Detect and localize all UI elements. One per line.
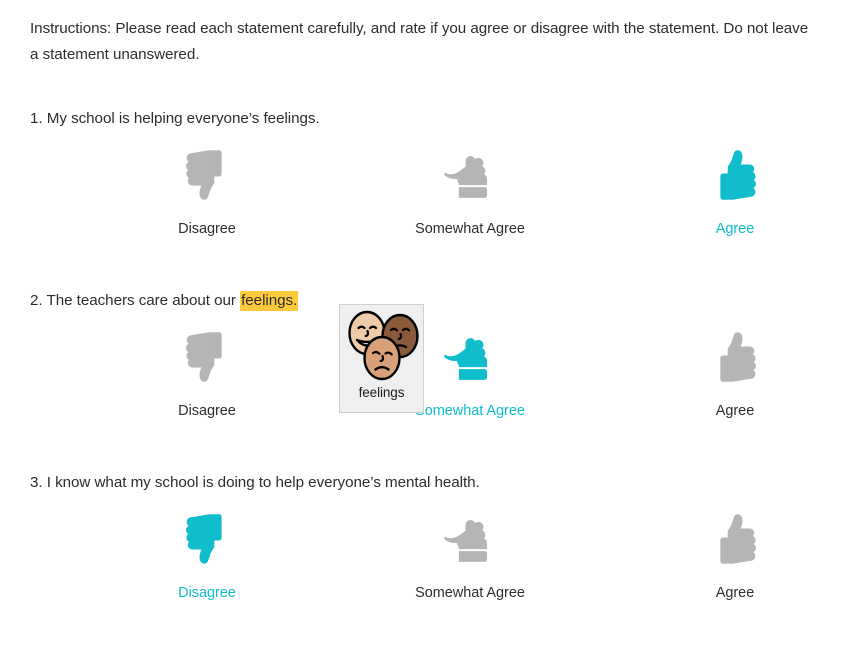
answer-option-label: Somewhat Agree: [415, 585, 525, 601]
answer-option-label: Disagree: [178, 585, 236, 601]
answer-options-row: Disagree Somewhat Agree Agree: [30, 508, 821, 618]
question-number: 1.: [30, 110, 43, 127]
thumbs-down-icon[interactable]: [174, 144, 240, 206]
answer-option-somewhat-agree[interactable]: Somewhat Agree: [385, 144, 555, 238]
thumbs-down-icon[interactable]: [174, 326, 240, 388]
question-statement: 1. My school is helping everyone’s feeli…: [30, 108, 821, 130]
question-text-before: I know what my school is doing to help e…: [46, 474, 480, 491]
fist-sideways-icon[interactable]: [437, 508, 503, 570]
answer-option-label: Disagree: [178, 403, 236, 419]
answer-option-agree[interactable]: Agree: [650, 144, 820, 238]
answer-option-label: Agree: [715, 221, 755, 237]
question-number: 3.: [30, 474, 43, 491]
question-number: 2.: [30, 292, 43, 309]
questions-container: 1. My school is helping everyone’s feeli…: [30, 108, 821, 618]
question-block: 2. The teachers care about our feelings.…: [30, 290, 821, 436]
answer-option-label: Somewhat Agree: [415, 403, 525, 419]
answer-option-label: Agree: [715, 403, 755, 419]
question-block: 1. My school is helping everyone’s feeli…: [30, 108, 821, 254]
survey-page: Instructions: Please read each statement…: [0, 0, 851, 654]
answer-option-disagree[interactable]: Disagree: [122, 508, 292, 602]
answer-option-somewhat-agree[interactable]: Somewhat Agree: [385, 508, 555, 602]
instructions-text: Instructions: Please read each statement…: [30, 20, 809, 63]
answer-option-disagree[interactable]: Disagree: [122, 326, 292, 420]
question-statement: 2. The teachers care about our feelings.: [30, 290, 821, 312]
question-text-before: My school is helping everyone’s feelings…: [46, 110, 320, 127]
question-block: 3. I know what my school is doing to hel…: [30, 472, 821, 618]
symbol-tooltip-card: feelings: [339, 304, 424, 413]
answer-option-label: Agree: [715, 585, 755, 601]
question-statement: 3. I know what my school is doing to hel…: [30, 472, 821, 494]
answer-options-row: Disagree Somewhat Agree Agree feelings: [30, 304, 821, 436]
thumbs-down-icon[interactable]: [174, 508, 240, 570]
fist-sideways-icon[interactable]: [437, 144, 503, 206]
answer-options-row: Disagree Somewhat Agree Agree: [30, 144, 821, 254]
answer-option-disagree[interactable]: Disagree: [122, 144, 292, 238]
answer-option-label: Somewhat Agree: [415, 221, 525, 237]
question-text-before: The teachers care about our: [46, 292, 241, 309]
three-faces-feelings-icon: [344, 309, 420, 383]
fist-sideways-icon[interactable]: [437, 326, 503, 388]
thumbs-up-icon[interactable]: [702, 144, 768, 206]
answer-option-agree[interactable]: Agree: [650, 326, 820, 420]
answer-option-label: Disagree: [178, 221, 236, 237]
answer-option-agree[interactable]: Agree: [650, 508, 820, 602]
highlighted-keyword[interactable]: feelings.: [240, 291, 299, 311]
symbol-card-label: feelings: [358, 385, 405, 400]
thumbs-up-icon[interactable]: [702, 508, 768, 570]
thumbs-up-icon[interactable]: [702, 326, 768, 388]
